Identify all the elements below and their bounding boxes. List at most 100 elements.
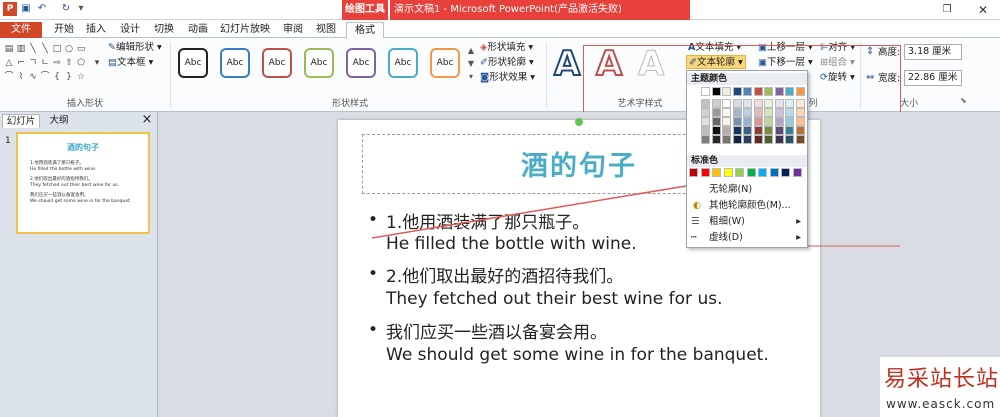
theme-color-swatch[interactable] (743, 99, 752, 108)
theme-color-swatch[interactable] (795, 87, 805, 96)
theme-color-swatch[interactable] (743, 117, 752, 126)
standard-color-swatch[interactable] (781, 168, 790, 177)
star-shape-icon[interactable]: ☆ (76, 72, 86, 82)
standard-color-swatch[interactable] (769, 168, 779, 177)
triangle-shape-icon[interactable]: △ (4, 58, 14, 68)
undo-icon[interactable]: ↶ (35, 2, 49, 16)
theme-color-swatch[interactable] (774, 135, 784, 144)
theme-color-swatch[interactable] (743, 135, 752, 144)
theme-color-swatch[interactable] (795, 99, 805, 108)
weight-item[interactable]: ☰ 粗细(W) ▸ (687, 215, 807, 229)
theme-color-swatch[interactable] (795, 108, 805, 117)
theme-color-swatch[interactable] (711, 135, 721, 144)
edit-shape-button[interactable]: ✎编辑形状 ▾ (108, 41, 162, 55)
curve-shape-icon[interactable]: ⌒ (4, 72, 14, 82)
line-shape-icon[interactable]: ╲ (28, 44, 38, 54)
tab-animations[interactable]: 动画 (184, 22, 212, 38)
theme-color-swatch[interactable] (732, 126, 742, 135)
shape-outline-button[interactable]: ✐形状轮廓 ▾ (480, 56, 534, 70)
ppt-logo-icon[interactable]: P (3, 2, 17, 16)
shape-style-7[interactable]: Abc (430, 48, 460, 78)
bullet-en[interactable]: We should get some wine in for the banqu… (386, 345, 769, 365)
theme-color-swatch[interactable] (732, 87, 742, 96)
tab-home[interactable]: 开始 (50, 22, 78, 38)
tab-view[interactable]: 视图 (312, 22, 340, 38)
width-input[interactable]: 22.86 厘米 (904, 70, 962, 86)
theme-color-swatch[interactable] (785, 117, 794, 126)
shape-style-3[interactable]: Abc (262, 48, 292, 78)
theme-color-swatch[interactable] (711, 87, 721, 96)
theme-color-swatch[interactable] (764, 108, 773, 117)
theme-color-swatch[interactable] (785, 135, 794, 144)
theme-color-swatch[interactable] (764, 99, 773, 108)
theme-color-swatch[interactable] (764, 117, 773, 126)
theme-color-swatch[interactable] (795, 126, 805, 135)
theme-color-swatch[interactable] (743, 126, 752, 135)
theme-color-swatch[interactable] (753, 135, 763, 144)
scribble-icon[interactable]: ∿ (28, 72, 38, 82)
shape-style-5[interactable]: Abc (346, 48, 376, 78)
shape-gallery-more-icon[interactable]: ▾ (92, 58, 102, 68)
close-window-icon[interactable]: ✕ (976, 3, 990, 17)
theme-color-swatch[interactable] (753, 87, 763, 96)
elbow-connector-icon[interactable]: ㄱ (28, 58, 38, 68)
textbox-vertical-icon[interactable]: ▥ (16, 44, 26, 54)
elbow-arrow-icon[interactable]: ㄴ (40, 58, 50, 68)
tab-insert[interactable]: 插入 (82, 22, 110, 38)
more-outline-colors-item[interactable]: ◐ 其他轮廓颜色(M)... (687, 199, 807, 213)
theme-color-swatch[interactable] (711, 99, 721, 108)
tab-outline[interactable]: 大纲 (44, 114, 74, 128)
theme-color-swatch[interactable] (701, 99, 710, 108)
rounded-rect-icon[interactable]: ▭ (76, 44, 86, 54)
text-box-button[interactable]: ▤文本框 ▾ (108, 56, 153, 70)
theme-color-swatch[interactable] (701, 126, 710, 135)
standard-color-swatch[interactable] (735, 168, 744, 177)
theme-color-swatch[interactable] (732, 99, 742, 108)
theme-color-swatch[interactable] (722, 99, 731, 108)
theme-color-swatch[interactable] (774, 108, 784, 117)
theme-color-swatch[interactable] (701, 108, 710, 117)
redo-icon[interactable]: ↻ (59, 2, 73, 16)
theme-color-swatch[interactable] (732, 108, 742, 117)
theme-color-swatch[interactable] (711, 117, 721, 126)
freeform-icon[interactable]: ⌇ (16, 72, 26, 82)
shape-style-6[interactable]: Abc (388, 48, 418, 78)
theme-color-swatch[interactable] (753, 108, 763, 117)
theme-color-swatch[interactable] (701, 87, 710, 96)
theme-color-swatch[interactable] (753, 99, 763, 108)
standard-color-swatch[interactable] (700, 168, 710, 177)
size-dialog-launcher-icon[interactable]: ⬊ (960, 96, 967, 105)
brace-right-icon[interactable]: } (64, 72, 74, 82)
shape-style-2[interactable]: Abc (220, 48, 250, 78)
bullet-cn[interactable]: 1.他用酒装满了那只瓶子。 (386, 208, 589, 233)
theme-color-swatch[interactable] (764, 87, 773, 96)
theme-color-swatch[interactable] (722, 135, 731, 144)
tab-transitions[interactable]: 切换 (150, 22, 178, 38)
theme-color-swatch[interactable] (743, 108, 752, 117)
shape-style-scroll-icon[interactable]: ▲ ▼ ▾ (466, 44, 476, 84)
save-icon[interactable]: ▣ (19, 2, 33, 16)
brace-left-icon[interactable]: { (52, 72, 62, 82)
tab-review[interactable]: 审阅 (279, 22, 307, 38)
theme-color-swatch[interactable] (785, 87, 794, 96)
textbox-shape-icon[interactable]: ▤ (4, 44, 14, 54)
bullet-cn[interactable]: 我们应买一些酒以备宴会用。 (386, 318, 607, 343)
theme-color-swatch[interactable] (732, 117, 742, 126)
up-arrow-icon[interactable]: ⇧ (64, 58, 74, 68)
standard-color-swatch[interactable] (746, 168, 756, 177)
right-arrow-icon[interactable]: ⇨ (52, 58, 62, 68)
arrow-line-icon[interactable]: ╲ (40, 44, 50, 54)
shape-effects-button[interactable]: ◙形状效果 ▾ (480, 71, 535, 85)
shape-style-1[interactable]: Abc (178, 48, 208, 78)
rotation-handle[interactable] (575, 118, 583, 126)
tab-design[interactable]: 设计 (116, 22, 144, 38)
theme-color-swatch[interactable] (753, 126, 763, 135)
close-panel-icon[interactable]: × (140, 113, 154, 127)
theme-color-swatch[interactable] (785, 126, 794, 135)
wordart-style-1[interactable]: A (553, 43, 581, 85)
rectangle-shape-icon[interactable]: □ (52, 44, 62, 54)
bullet-cn[interactable]: 2.他们取出最好的酒招待我们。 (386, 262, 623, 287)
theme-color-swatch[interactable] (774, 99, 784, 108)
tab-slideshow[interactable]: 幻灯片放映 (218, 22, 272, 38)
theme-color-swatch[interactable] (711, 108, 721, 117)
